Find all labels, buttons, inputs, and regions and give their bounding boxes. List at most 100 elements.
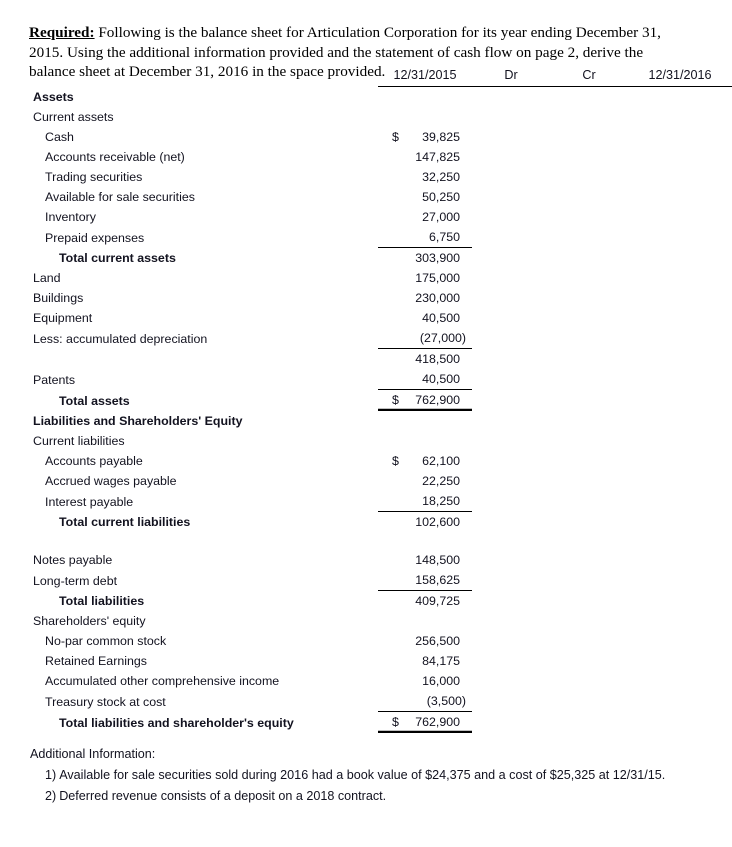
amount-credit[interactable]	[550, 288, 628, 308]
amount-credit[interactable]	[550, 512, 628, 533]
amount-credit[interactable]	[550, 248, 628, 269]
amount-next-year[interactable]	[628, 451, 732, 471]
amount-credit[interactable]	[550, 471, 628, 491]
amount-credit[interactable]	[550, 591, 628, 612]
amount-next-year[interactable]	[628, 570, 732, 591]
amount-credit[interactable]	[550, 651, 628, 671]
amount-debit[interactable]	[472, 611, 550, 631]
row-label: Equipment	[33, 311, 93, 325]
amount-debit[interactable]	[472, 127, 550, 147]
amount-debit[interactable]	[472, 712, 550, 733]
amount-current-year: 409,725	[378, 590, 472, 611]
amount-next-year[interactable]	[628, 671, 732, 691]
amount-credit[interactable]	[550, 207, 628, 227]
amount-next-year[interactable]	[628, 288, 732, 308]
amount-debit[interactable]	[472, 369, 550, 390]
amount-credit[interactable]	[550, 268, 628, 288]
amount-next-year[interactable]	[628, 491, 732, 512]
amount-next-year[interactable]	[628, 611, 732, 631]
amount-next-year[interactable]	[628, 550, 732, 570]
amount-next-year[interactable]	[628, 369, 732, 390]
table-row: Liabilities and Shareholders' Equity	[0, 411, 732, 432]
amount-next-year[interactable]	[628, 248, 732, 269]
amount-debit[interactable]	[472, 288, 550, 308]
amount-credit[interactable]	[550, 127, 628, 147]
amount-next-year[interactable]	[628, 431, 732, 451]
amount-debit[interactable]	[472, 207, 550, 227]
amount-debit[interactable]	[472, 431, 550, 451]
amount-credit[interactable]	[550, 491, 628, 512]
amount-credit[interactable]	[550, 451, 628, 471]
amount-debit[interactable]	[472, 471, 550, 491]
amount-credit[interactable]	[550, 369, 628, 390]
amount-next-year[interactable]	[628, 147, 732, 167]
amount-credit[interactable]	[550, 187, 628, 207]
amount-next-year[interactable]	[628, 87, 732, 108]
amount-debit[interactable]	[472, 390, 550, 411]
amount-next-year[interactable]	[628, 631, 732, 651]
amount-debit[interactable]	[472, 671, 550, 691]
amount-next-year[interactable]	[628, 167, 732, 187]
amount-debit[interactable]	[472, 227, 550, 248]
amount-next-year[interactable]	[628, 591, 732, 612]
amount-next-year[interactable]	[628, 532, 732, 550]
amount-credit[interactable]	[550, 550, 628, 570]
amount-credit[interactable]	[550, 227, 628, 248]
amount-debit[interactable]	[472, 308, 550, 328]
amount-next-year[interactable]	[628, 328, 732, 349]
amount-credit[interactable]	[550, 431, 628, 451]
amount-debit[interactable]	[472, 328, 550, 349]
amount-debit[interactable]	[472, 349, 550, 370]
amount-credit[interactable]	[550, 532, 628, 550]
amount-debit[interactable]	[472, 570, 550, 591]
amount-debit[interactable]	[472, 451, 550, 471]
amount-debit[interactable]	[472, 147, 550, 167]
amount-credit[interactable]	[550, 671, 628, 691]
amount-credit[interactable]	[550, 611, 628, 631]
amount-next-year[interactable]	[628, 227, 732, 248]
amount-credit[interactable]	[550, 147, 628, 167]
amount-credit[interactable]	[550, 87, 628, 108]
amount-debit[interactable]	[472, 248, 550, 269]
amount-credit[interactable]	[550, 631, 628, 651]
amount-next-year[interactable]	[628, 651, 732, 671]
amount-debit[interactable]	[472, 691, 550, 712]
amount-debit[interactable]	[472, 268, 550, 288]
amount-debit[interactable]	[472, 167, 550, 187]
amount-next-year[interactable]	[628, 268, 732, 288]
amount-debit[interactable]	[472, 532, 550, 550]
amount-credit[interactable]	[550, 107, 628, 127]
amount-debit[interactable]	[472, 631, 550, 651]
table-row: Total liabilities 409,725	[0, 590, 732, 612]
amount-next-year[interactable]	[628, 187, 732, 207]
amount-debit[interactable]	[472, 87, 550, 108]
amount-next-year[interactable]	[628, 349, 732, 370]
amount-debit[interactable]	[472, 591, 550, 612]
amount-next-year[interactable]	[628, 471, 732, 491]
amount-credit[interactable]	[550, 411, 628, 432]
amount-next-year[interactable]	[628, 207, 732, 227]
amount-credit[interactable]	[550, 167, 628, 187]
amount-credit[interactable]	[550, 349, 628, 370]
amount-next-year[interactable]	[628, 107, 732, 127]
amount-debit[interactable]	[472, 187, 550, 207]
amount-credit[interactable]	[550, 390, 628, 411]
amount-next-year[interactable]	[628, 308, 732, 328]
amount-next-year[interactable]	[628, 512, 732, 533]
amount-debit[interactable]	[472, 651, 550, 671]
amount-debit[interactable]	[472, 411, 550, 432]
amount-credit[interactable]	[550, 328, 628, 349]
amount-credit[interactable]	[550, 691, 628, 712]
amount-credit[interactable]	[550, 712, 628, 733]
amount-debit[interactable]	[472, 512, 550, 533]
amount-debit[interactable]	[472, 107, 550, 127]
amount-next-year[interactable]	[628, 390, 732, 411]
amount-next-year[interactable]	[628, 712, 732, 733]
amount-debit[interactable]	[472, 491, 550, 512]
amount-next-year[interactable]	[628, 411, 732, 432]
amount-credit[interactable]	[550, 570, 628, 591]
amount-credit[interactable]	[550, 308, 628, 328]
amount-debit[interactable]	[472, 550, 550, 570]
amount-next-year[interactable]	[628, 127, 732, 147]
amount-next-year[interactable]	[628, 691, 732, 712]
